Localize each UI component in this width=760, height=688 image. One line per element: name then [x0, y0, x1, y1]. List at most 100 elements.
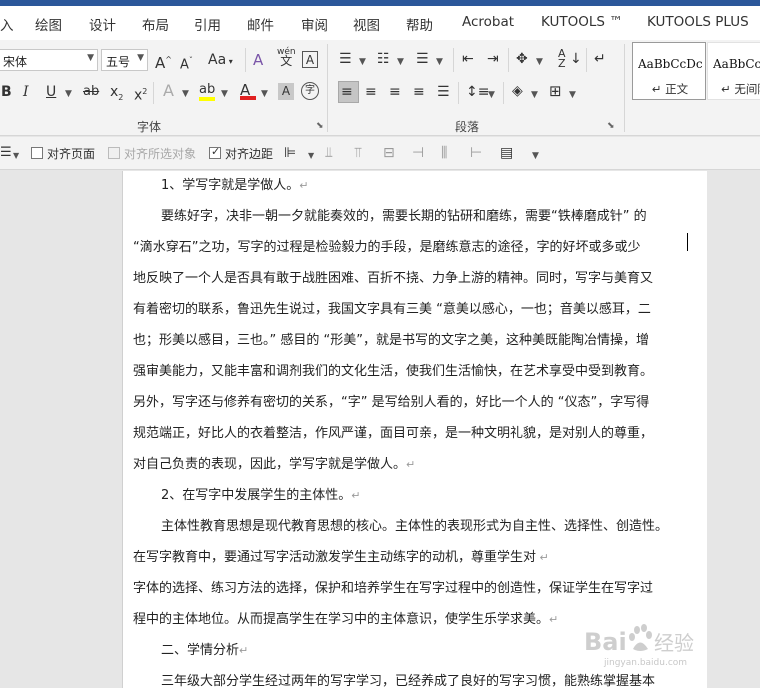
align-right-objects-icon[interactable]: ⊣ — [412, 145, 424, 161]
distributed-icon[interactable]: ☰ — [437, 84, 450, 100]
align-center-icon[interactable]: ≡ — [365, 84, 377, 100]
paragraph-mark: ↵ — [406, 458, 416, 471]
chevron-down-icon[interactable]: ▼ — [536, 54, 543, 70]
divider — [624, 44, 625, 132]
bullets-icon[interactable]: ☰ — [339, 51, 352, 67]
highlight-glyph: ab — [199, 82, 216, 97]
word-window: 入 绘图 设计 布局 引用 邮件 审阅 视图 帮助 Acrobat KUTOOL… — [0, 0, 760, 688]
show-marks-icon[interactable]: ↵ — [594, 51, 606, 67]
font-size-select[interactable]: 五号 ▼ — [101, 49, 148, 71]
tab-kutools[interactable]: KUTOOLS ™ — [541, 14, 623, 30]
subscript-icon[interactable]: x2 — [110, 84, 123, 106]
style-no-spacing[interactable]: AaBbCcI ↵ 无间隔 — [707, 42, 760, 100]
align-top-icon[interactable]: ⫪ — [354, 145, 362, 161]
chevron-down-icon[interactable]: ▼ — [531, 87, 538, 103]
chevron-down-icon[interactable]: ▼ — [359, 54, 366, 70]
chevron-down-icon[interactable]: ▼ — [532, 148, 539, 164]
multilevel-list-icon[interactable]: ☰ — [416, 51, 429, 67]
style-normal[interactable]: AaBbCcDc ↵ 正文 — [632, 42, 706, 100]
svg-text:经验: 经验 — [654, 631, 694, 655]
dialog-launcher-icon[interactable]: ⬊ — [607, 121, 615, 131]
text-effects-icon[interactable]: A — [163, 83, 174, 99]
chevron-down-icon[interactable]: ▼ — [65, 86, 72, 102]
tab-review[interactable]: 审阅 — [301, 14, 328, 34]
align-bottom-icon[interactable]: ⫫ — [325, 145, 333, 161]
paragraph-line: 有着密切的联系，鲁迅先生说过，我国文字具有三美 “意美以感心，一也；音美以感耳，… — [133, 298, 651, 317]
divider — [458, 82, 459, 104]
paragraph-text: 三年级大部分学生经过两年的写字学习，已经养成了良好的写字习惯，能熟练掌握基本 — [161, 674, 656, 688]
align-page-checkbox[interactable] — [31, 147, 43, 159]
chevron-down-icon[interactable]: ▼ — [182, 86, 189, 102]
distribute-vertical-icon[interactable]: ⊢ — [470, 145, 482, 161]
strikethrough-icon[interactable]: ab — [83, 84, 99, 100]
paragraph-group-label: 段落 — [455, 120, 480, 134]
chevron-down-icon[interactable]: ▼ — [308, 148, 314, 164]
change-case-icon[interactable]: Aa ▾ — [208, 52, 233, 70]
menu-icon[interactable]: ☰ — [0, 145, 12, 161]
style-name: ↵ 无间隔 — [721, 82, 760, 96]
paragraph-line: “滴水穿石”之功，写字的过程是检验毅力的手段，是磨练意志的途径，字的好坏或多或少 — [133, 236, 640, 255]
clear-formatting-icon[interactable]: A — [253, 52, 263, 68]
phonetic-guide-icon[interactable]: wén 文 — [277, 48, 296, 68]
underline-icon[interactable]: U — [46, 84, 56, 100]
line-spacing-icon[interactable]: ↕≡ — [466, 84, 489, 100]
character-shading-icon[interactable]: A — [278, 83, 294, 100]
highlighter-icon[interactable]: ab — [199, 82, 215, 101]
chevron-down-icon[interactable]: ▼ — [436, 54, 443, 70]
italic-icon[interactable]: I — [23, 84, 29, 100]
document-settings-icon[interactable]: ▤ — [500, 145, 513, 161]
dialog-launcher-icon[interactable]: ⬊ — [316, 121, 324, 131]
distribute-horizontal-icon[interactable]: ⫼ — [441, 145, 447, 161]
chevron-down-icon[interactable]: ▼ — [13, 148, 19, 164]
align-selected-checkbox[interactable] — [108, 147, 120, 159]
numbering-icon[interactable]: ☷ — [377, 51, 390, 67]
paragraph-line: 三年级大部分学生经过两年的写字学习，已经养成了良好的写字习惯，能熟练掌握基本 — [161, 670, 655, 688]
paragraph-shading-icon[interactable]: ◈ — [512, 83, 523, 99]
bold-icon[interactable]: B — [1, 84, 12, 100]
increase-indent-icon[interactable]: ⇥ — [487, 51, 499, 67]
chevron-down-icon: ▼ — [137, 53, 144, 63]
tab-design[interactable]: 设计 — [89, 14, 116, 34]
align-left-icon[interactable]: ≡ — [341, 84, 353, 100]
tab-help[interactable]: 帮助 — [406, 14, 433, 34]
sort-arrow-icon[interactable]: ↓ — [570, 51, 582, 67]
align-right-icon[interactable]: ≡ — [389, 84, 401, 100]
document-page[interactable]: 1、学写字就是学做人。↵ 要练好字，决非一朝一夕就能奏效的，需要长期的钻研和磨练… — [122, 171, 707, 688]
tab-acrobat[interactable]: Acrobat — [462, 14, 514, 30]
character-border-icon[interactable]: A — [302, 51, 318, 68]
tab-insert[interactable]: 入 — [0, 14, 14, 34]
change-case-glyph: Aa — [208, 52, 227, 68]
font-size-value: 五号 — [106, 55, 131, 69]
tab-layout[interactable]: 布局 — [142, 14, 169, 34]
tab-mailings[interactable]: 邮件 — [247, 14, 274, 34]
font-color-icon[interactable]: A — [240, 82, 256, 100]
decrease-indent-icon[interactable]: ⇤ — [462, 51, 474, 67]
chinese-layout-icon[interactable]: ✥ — [516, 51, 528, 67]
paragraph-line: 主体性教育思想是现代教育思想的核心。主体性的表现形式为自主性、选择性、创造性。 — [161, 515, 668, 534]
align-margin-checkbox[interactable] — [209, 145, 221, 159]
shrink-font-icon[interactable]: Aˇ — [180, 53, 193, 73]
paragraph-line: 字体的选择、练习方法的选择，保护和培养学生在写字过程中的创造性，保证学生在写字过 — [133, 577, 653, 596]
borders-icon[interactable]: ⊞ — [549, 83, 562, 99]
chevron-down-icon[interactable]: ▼ — [488, 87, 495, 103]
superscript-icon[interactable]: x2 — [134, 84, 147, 104]
tab-references[interactable]: 引用 — [194, 14, 221, 34]
font-name-select[interactable]: 宋体 ▼ — [0, 49, 98, 71]
align-left-objects-icon[interactable]: ⊫ — [284, 145, 296, 161]
tab-kutools-plus[interactable]: KUTOOLS PLUS — [647, 14, 749, 30]
tab-draw[interactable]: 绘图 — [35, 14, 62, 34]
chevron-down-icon[interactable]: ▼ — [397, 54, 404, 70]
paragraph-line: 程中的主体地位。从而提高学生在学习中的主体意识，使学生乐学求美。↵ — [133, 608, 558, 627]
chevron-down-icon[interactable]: ▼ — [569, 87, 576, 103]
enclose-characters-icon[interactable]: 字 — [301, 82, 319, 100]
align-middle-icon[interactable]: ⊟ — [383, 145, 395, 161]
align-page-label: 对齐页面 — [47, 147, 96, 161]
paragraph-text: 强审美能力，又能丰富和调剂我们的文化生活，使我们生活愉快，在艺术享受中受到教育。 — [133, 364, 654, 379]
chevron-down-icon[interactable]: ▼ — [221, 86, 228, 102]
chevron-down-icon[interactable]: ▼ — [261, 86, 268, 102]
sort-icon[interactable]: AZ — [558, 48, 566, 69]
paragraph-line: 对自己负责的表现，因此，学写字就是学做人。↵ — [133, 453, 415, 472]
tab-view[interactable]: 视图 — [353, 14, 380, 34]
grow-font-icon[interactable]: A^ — [155, 52, 172, 71]
justify-icon[interactable]: ≡ — [413, 84, 425, 100]
